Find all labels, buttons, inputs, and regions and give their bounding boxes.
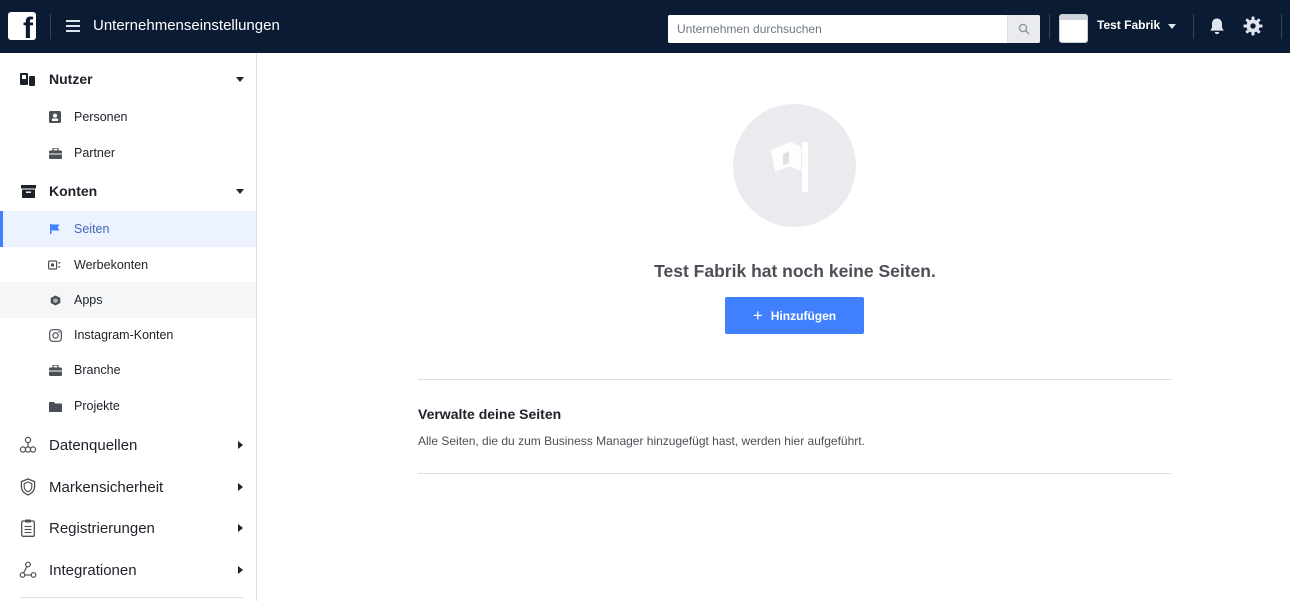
sidebar-item-branche[interactable]: Branche [0,352,256,388]
section-title: Verwalte deine Seiten [418,406,562,422]
chevron-down-icon [236,188,244,194]
flag-icon [47,221,63,237]
sidebar-item-label: Konten [49,183,98,199]
main-content: Test Fabrik hat noch keine Seiten. + Hin… [257,53,1290,601]
sidebar-item-label: Markensicherheit [49,478,164,496]
divider [50,14,51,39]
top-bar: f Unternehmenseinstellungen Test Fabrik [0,0,1290,53]
sidebar-item-seiten[interactable]: Seiten [0,211,256,247]
sidebar-item-integrationen[interactable]: Integrationen [0,550,256,590]
person-card-icon [47,109,63,125]
chevron-right-icon [238,441,243,449]
sidebar-item-personen[interactable]: Personen [0,99,256,135]
sidebar-item-registrierungen[interactable]: Registrierungen [0,508,256,548]
gear-icon[interactable] [1243,16,1263,36]
ad-account-icon [47,257,63,273]
plus-icon: + [752,306,763,325]
divider [1281,14,1282,39]
archive-icon [18,181,38,201]
instagram-icon [47,327,63,343]
search-button[interactable] [1007,15,1040,43]
sidebar-item-label: Werbekonten [74,258,149,272]
chevron-down-icon [236,76,244,82]
add-page-button[interactable]: + Hinzufügen [725,297,864,334]
sidebar-item-label: Projekte [74,399,120,413]
folder-icon [47,398,63,414]
sidebar-item-instagram[interactable]: Instagram-Konten [0,317,256,353]
add-button-label: Hinzufügen [770,308,837,323]
sidebar-item-projekte[interactable]: Projekte [0,388,256,424]
divider [20,597,243,598]
divider [1049,14,1050,39]
sidebar-item-label: Personen [74,110,128,124]
business-name[interactable]: Test Fabrik [1097,18,1160,32]
sidebar-item-apps[interactable]: Apps [0,282,256,318]
integrations-icon [18,560,38,580]
users-icon [18,69,38,89]
empty-state-title: Test Fabrik hat noch keine Seiten. [654,261,936,281]
sidebar: Nutzer Personen Partner Konten Seiten We… [0,53,257,601]
data-sources-icon [18,435,38,455]
divider [418,379,1171,380]
sidebar-item-nutzer[interactable]: Nutzer [0,59,256,99]
clipboard-icon [18,518,38,538]
business-avatar[interactable] [1059,14,1088,43]
facebook-logo[interactable]: f [8,12,36,40]
sidebar-item-label: Apps [74,293,103,307]
empty-state-illustration [733,104,856,227]
sidebar-item-label: Instagram-Konten [74,328,174,342]
sidebar-item-label: Seiten [74,222,110,236]
shield-icon [18,477,38,497]
sidebar-item-label: Branche [74,363,121,377]
page-title: Unternehmenseinstellungen [93,17,280,34]
flag-icon [770,141,808,192]
chevron-right-icon [238,524,243,532]
divider [1193,14,1194,39]
briefcase-icon [47,145,63,161]
divider [418,473,1171,474]
sidebar-item-partner[interactable]: Partner [0,135,256,171]
section-description: Alle Seiten, die du zum Business Manager… [418,434,865,448]
cube-icon [47,292,63,308]
sidebar-item-konten[interactable]: Konten [0,171,256,211]
search-icon [1018,23,1030,35]
search-input[interactable] [668,15,1006,43]
chevron-right-icon [238,566,243,574]
sidebar-item-datenquellen[interactable]: Datenquellen [0,425,256,465]
sidebar-item-label: Nutzer [49,71,93,87]
sidebar-item-werbekonten[interactable]: Werbekonten [0,247,256,283]
search-box [668,15,1040,43]
chevron-down-icon[interactable] [1168,24,1176,29]
chevron-right-icon [238,483,243,491]
sidebar-item-markensicherheit[interactable]: Markensicherheit [0,467,256,507]
facebook-logo-letter: f [23,12,33,41]
hamburger-icon[interactable] [66,20,80,32]
sidebar-item-label: Registrierungen [49,519,155,537]
sidebar-item-label: Datenquellen [49,436,138,454]
bell-icon[interactable] [1208,17,1226,36]
briefcase-icon [47,362,63,378]
sidebar-item-label: Integrationen [49,561,137,579]
sidebar-item-label: Partner [74,146,115,160]
